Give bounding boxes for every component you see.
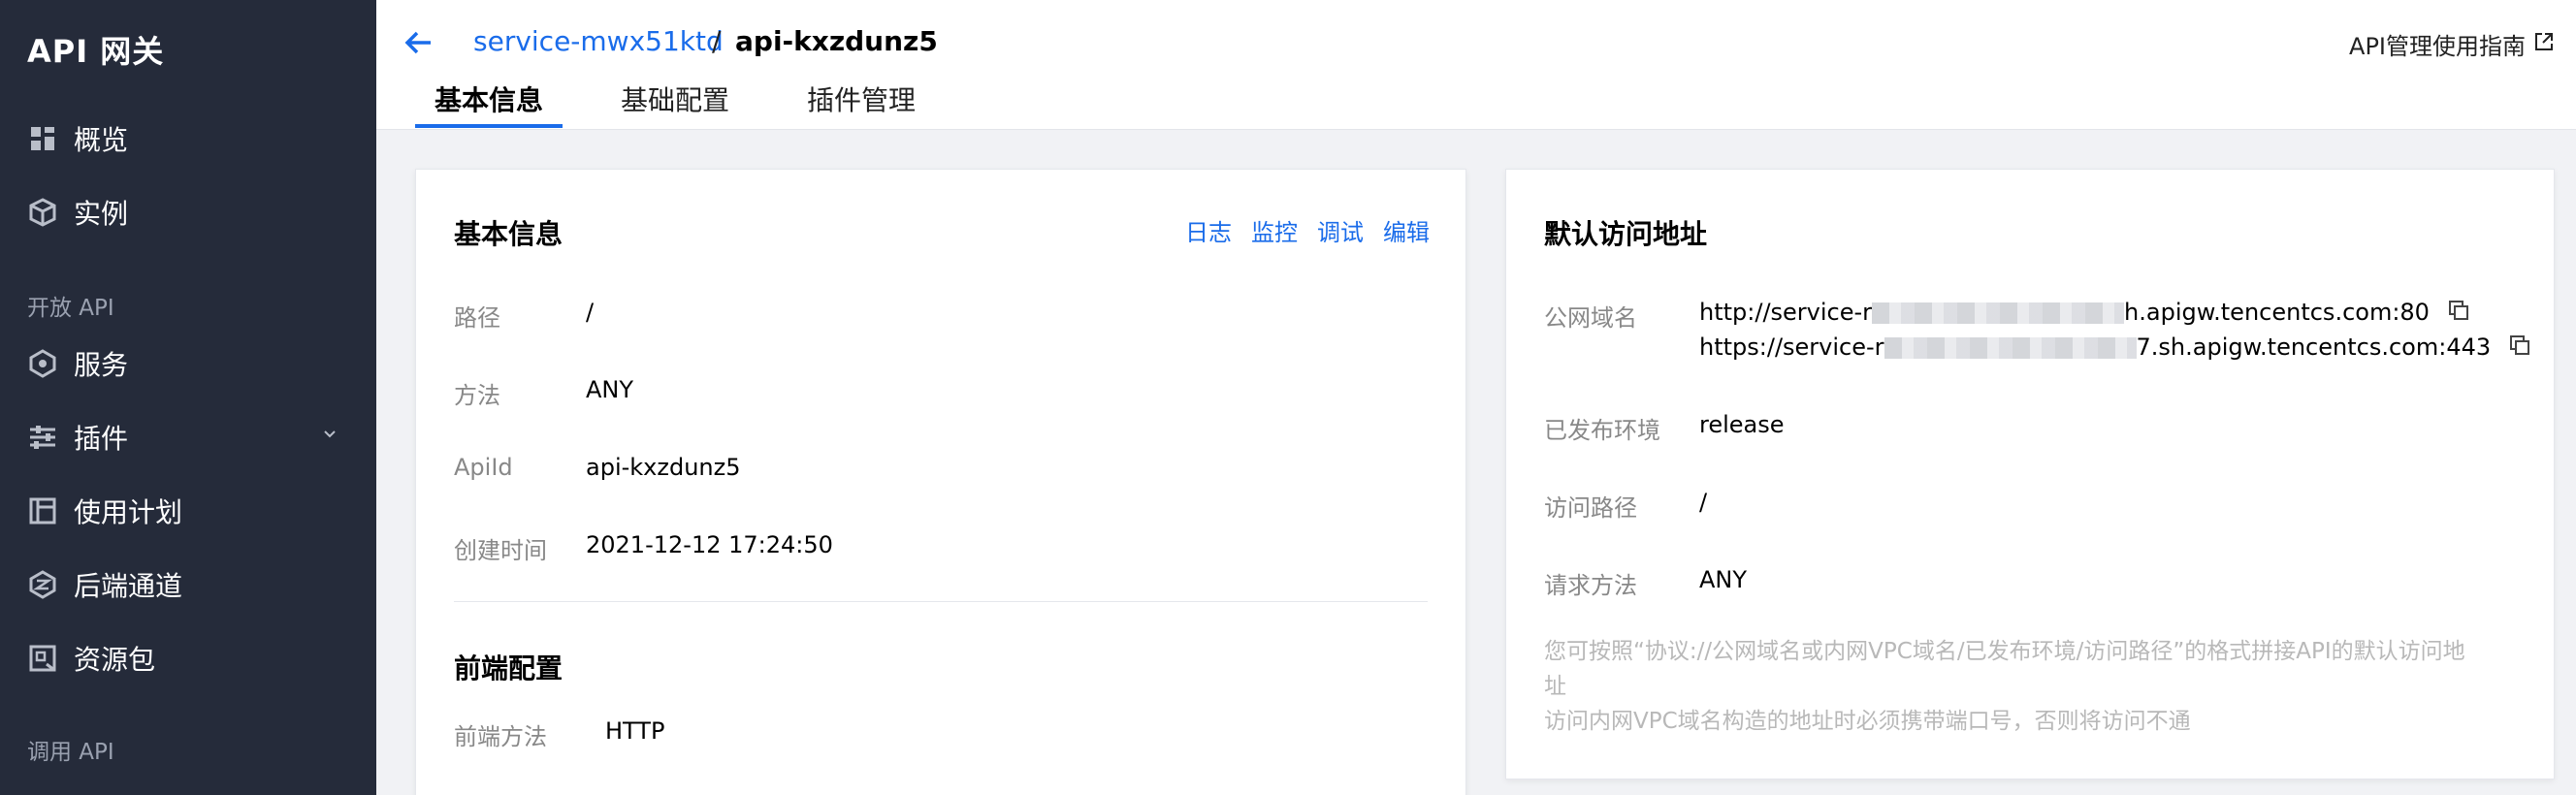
chevron-down-icon — [322, 427, 338, 446]
tab-basic-info[interactable]: 基本信息 — [435, 80, 543, 118]
path-value: / — [586, 299, 595, 326]
redacted-text — [1884, 337, 2137, 359]
frontend-method-label: 前端方法 — [454, 723, 547, 750]
cube-icon — [27, 197, 58, 228]
edit-link[interactable]: 编辑 — [1383, 213, 1430, 247]
path-label: 路径 — [454, 304, 500, 332]
dashboard-grid-icon — [27, 123, 58, 154]
sidebar: API 网关 概览 实例 开放 API 服务 插件 使用计划 后端通道 资源包 … — [0, 0, 376, 795]
published-env-label: 已发布环境 — [1544, 417, 1660, 444]
method-label: 方法 — [454, 382, 500, 409]
frontend-method-value: HTTP — [605, 717, 665, 745]
request-method-label: 请求方法 — [1544, 572, 1637, 599]
channel-icon — [27, 569, 58, 600]
request-method-value: ANY — [1699, 566, 1748, 593]
monitor-link[interactable]: 监控 — [1251, 213, 1298, 247]
sidebar-item-usage-plan[interactable]: 使用计划 — [0, 477, 376, 545]
hint-line: 您可按照“协议://公网域名或内网VPC域名/已发布环境/访问路径”的格式拼接A… — [1544, 639, 2465, 664]
http-address: http://service-r h.apigw.tencentcs.com:80 — [1699, 299, 2470, 328]
apiid-label: ApiId — [454, 454, 513, 481]
method-value: ANY — [586, 376, 634, 403]
breadcrumb-separator: / — [712, 25, 722, 57]
access-path-value: / — [1699, 489, 1708, 516]
tab-basic-config[interactable]: 基础配置 — [621, 80, 729, 118]
sidebar-item-instance[interactable]: 实例 — [0, 178, 376, 246]
public-domain-label: 公网域名 — [1544, 304, 1637, 332]
nav-group-call-api: 调用 API — [27, 740, 114, 765]
sidebar-item-backend-channel[interactable]: 后端通道 — [0, 551, 376, 619]
page-title: api-kxzdunz5 — [735, 25, 938, 57]
sidebar-item-label: 概览 — [74, 124, 129, 156]
active-tab-indicator — [415, 124, 563, 128]
https-address-suffix: 7.sh.apigw.tencentcs.com:443 — [2136, 334, 2492, 361]
sidebar-item-resource-package[interactable]: 资源包 — [0, 624, 376, 692]
breadcrumb-service-link[interactable]: service-mwx51ktd — [473, 25, 724, 57]
default-access-title: 默认访问地址 — [1544, 218, 1708, 250]
sidebar-item-service[interactable]: 服务 — [0, 330, 376, 398]
debug-link[interactable]: 调试 — [1317, 213, 1364, 247]
hexagon-icon — [27, 348, 58, 379]
sidebar-item-label: 实例 — [74, 198, 129, 230]
back-arrow-icon[interactable] — [402, 25, 436, 60]
http-address-suffix: h.apigw.tencentcs.com:80 — [2124, 299, 2430, 326]
copy-icon[interactable] — [2447, 299, 2470, 328]
frontend-config-title: 前端配置 — [454, 652, 564, 684]
hint-line: 访问内网VPC域名构造的地址时必须携带端口号，否则将访问不通 — [1544, 709, 2191, 734]
sidebar-item-label: 后端通道 — [74, 570, 183, 602]
access-path-label: 访问路径 — [1544, 494, 1637, 522]
plan-icon — [27, 495, 58, 526]
hint-line: 址 — [1544, 674, 1566, 699]
access-hint: 您可按照“协议://公网域名或内网VPC域名/已发布环境/访问路径”的格式拼接A… — [1544, 634, 2514, 739]
sidebar-item-overview[interactable]: 概览 — [0, 105, 376, 173]
apiid-value: api-kxzdunz5 — [586, 454, 741, 481]
http-address-prefix: http://service-r — [1699, 299, 1873, 326]
https-address-prefix: https://service-r — [1699, 334, 1884, 361]
created-time-value: 2021-12-12 17:24:50 — [586, 531, 833, 558]
section-divider — [454, 601, 1428, 602]
created-time-label: 创建时间 — [454, 537, 547, 564]
basic-info-title: 基本信息 — [454, 218, 564, 250]
https-address: https://service-r 7.sh.apigw.tencentcs.co… — [1699, 334, 2531, 363]
api-guide-link[interactable]: API管理使用指南 — [2349, 27, 2555, 61]
basic-info-card — [415, 169, 1466, 795]
external-link-icon — [2533, 31, 2555, 58]
log-link[interactable]: 日志 — [1185, 213, 1232, 247]
api-guide-label: API管理使用指南 — [2349, 33, 2526, 60]
brand-title: API 网关 — [27, 33, 165, 70]
sidebar-item-label: 使用计划 — [74, 496, 183, 528]
tab-plugin-management[interactable]: 插件管理 — [807, 80, 916, 118]
sidebar-item-plugin[interactable]: 插件 — [0, 403, 376, 471]
sidebar-item-label: 资源包 — [74, 644, 156, 676]
copy-icon[interactable] — [2508, 334, 2531, 363]
sidebar-item-label: 服务 — [74, 349, 129, 381]
published-env-value: release — [1699, 411, 1785, 438]
redacted-text — [1872, 302, 2125, 324]
page-header: service-mwx51ktd / api-kxzdunz5 API管理使用指… — [376, 0, 2576, 130]
package-icon — [27, 643, 58, 674]
sidebar-item-label: 插件 — [74, 423, 129, 455]
sliders-icon — [27, 422, 58, 453]
nav-group-open-api: 开放 API — [27, 296, 114, 321]
